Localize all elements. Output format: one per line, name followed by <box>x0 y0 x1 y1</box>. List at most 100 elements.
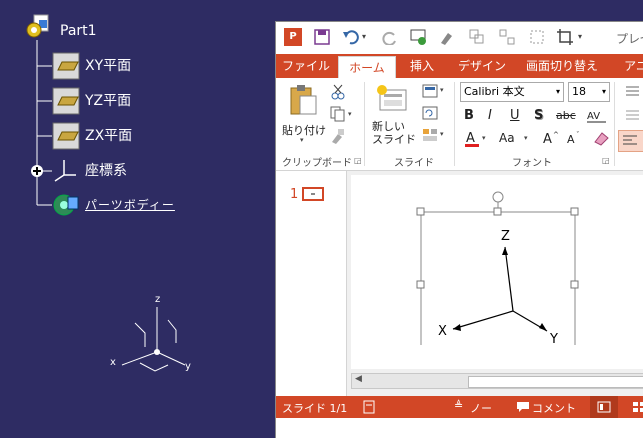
scrollbar-thumb[interactable] <box>468 376 643 388</box>
paste-dropdown-icon: ▾ <box>300 136 304 144</box>
plane-icon <box>52 122 80 150</box>
decrease-font-icon[interactable]: Aˇ <box>566 130 584 146</box>
new-slide-button[interactable]: 新しい スライド <box>370 82 416 148</box>
window-title: プレゼ <box>616 32 643 46</box>
selected-picture[interactable]: Z X Y <box>413 185 583 345</box>
comments-button[interactable]: コメント <box>516 396 576 418</box>
expand-plus-icon[interactable] <box>30 164 44 178</box>
clear-formatting-icon[interactable] <box>592 130 610 146</box>
reset-icon[interactable] <box>422 106 438 120</box>
font-name-value: Calibri 本文 <box>464 85 525 98</box>
tree-item-label: YZ平面 <box>85 93 132 109</box>
section-dropdown-icon[interactable]: ▾ <box>440 130 444 138</box>
tab-transitions[interactable]: 画面切り替え <box>522 54 602 78</box>
font-name-dropdown[interactable]: Calibri 本文 ▾ <box>460 82 564 102</box>
select-icon[interactable] <box>528 28 546 46</box>
change-case-icon[interactable]: Aa <box>498 130 524 146</box>
font-launcher-icon[interactable]: ◲ <box>602 156 610 165</box>
scroll-left-icon[interactable]: ◀ <box>355 374 362 384</box>
strikethrough-button[interactable]: abc <box>556 109 576 122</box>
spell-check-icon[interactable] <box>362 400 378 414</box>
horizontal-scrollbar[interactable]: ◀ <box>351 373 643 389</box>
paste-button[interactable]: 貼り付け ▾ <box>280 82 326 144</box>
increase-font-icon[interactable]: A ^ <box>542 130 560 146</box>
rotate-handle-icon <box>492 191 504 203</box>
svg-text:ˇ: ˇ <box>576 131 580 139</box>
decrease-indent-icon[interactable] <box>620 108 640 122</box>
axis-z-label: z <box>155 294 160 305</box>
tab-animations[interactable]: アニ <box>616 54 643 78</box>
group-label-font: フォント <box>512 158 552 169</box>
section-icon[interactable] <box>422 128 438 142</box>
tab-file[interactable]: ファイル <box>280 54 332 78</box>
slide-thumbnail[interactable] <box>302 187 324 201</box>
align-left-button[interactable] <box>618 130 643 152</box>
character-spacing-icon[interactable]: AV <box>586 109 608 123</box>
slide-axis-x-label: X <box>438 324 447 339</box>
axis-system-icon <box>54 160 76 182</box>
undo-icon[interactable] <box>342 28 360 46</box>
underline-button[interactable]: U <box>510 108 520 123</box>
comment-icon <box>517 402 529 412</box>
start-from-beginning-icon[interactable] <box>410 28 428 46</box>
powerpoint-window: P ▾ ▾ プレゼ ファイル ホーム 挿入 デザイン 画面切り替え アニ 貼り付… <box>275 21 643 438</box>
format-painter-qat-icon[interactable] <box>438 28 456 46</box>
group-icon[interactable] <box>468 28 486 46</box>
status-slide-count: スライド 1/1 <box>282 402 348 415</box>
crop-icon[interactable] <box>556 28 574 46</box>
tab-home[interactable]: ホーム <box>338 56 396 79</box>
axis-y-label: y <box>185 361 191 372</box>
normal-view-button[interactable] <box>590 396 618 418</box>
tree-item-label: ZX平面 <box>85 128 133 144</box>
ribbon-tabs: ファイル ホーム 挿入 デザイン 画面切り替え アニ <box>276 54 643 79</box>
layout-dropdown-icon[interactable]: ▾ <box>440 86 444 94</box>
shadow-button[interactable]: S <box>534 108 543 123</box>
plane-icon <box>52 52 80 80</box>
comments-label: コメント <box>532 402 576 415</box>
undo-dropdown-icon[interactable]: ▾ <box>362 32 366 41</box>
svg-text:A: A <box>466 131 475 146</box>
ribbon-home: 貼り付け ▾ ▾ クリップボード ◲ 新しい スライド ▾ ▾ スライド Cal… <box>276 78 643 171</box>
axis-compass: z x y <box>110 294 191 372</box>
align-left-icon <box>623 135 637 145</box>
copy-icon[interactable] <box>330 106 346 122</box>
format-painter-icon[interactable] <box>330 128 346 144</box>
ungroup-icon[interactable] <box>498 28 516 46</box>
font-color-icon[interactable]: A <box>464 130 480 148</box>
new-slide-label: 新しい スライド <box>372 120 416 146</box>
notes-button[interactable]: ≜ ノート <box>454 396 502 431</box>
save-icon[interactable] <box>314 29 330 45</box>
svg-text:A: A <box>567 133 575 146</box>
tab-design[interactable]: デザイン <box>454 54 510 78</box>
tree-item-label: 座標系 <box>85 163 127 179</box>
bold-button[interactable]: B <box>464 108 474 123</box>
slide-sorter-icon[interactable] <box>632 401 643 413</box>
status-bar: スライド 1/1 ≜ ノート コメント <box>276 396 643 431</box>
cut-icon[interactable] <box>330 84 346 100</box>
slide-axis-y-label: Y <box>549 332 558 345</box>
svg-text:A: A <box>543 132 552 146</box>
bullets-icon[interactable] <box>620 84 640 98</box>
font-color-dropdown-icon[interactable]: ▾ <box>482 134 486 142</box>
redo-icon[interactable] <box>382 29 398 45</box>
notes-label: ノート <box>470 402 492 431</box>
part-body-icon <box>53 194 79 216</box>
change-case-dropdown-icon[interactable]: ▾ <box>524 134 528 142</box>
font-size-dropdown[interactable]: 18 ▾ <box>568 82 610 102</box>
tree-root-label: Part1 <box>60 23 97 39</box>
layout-icon[interactable] <box>422 84 438 98</box>
italic-button[interactable]: I <box>488 108 492 123</box>
tree-item-label: パーツボディー <box>85 198 175 212</box>
copy-dropdown-icon[interactable]: ▾ <box>348 110 352 118</box>
qat-dropdown-icon[interactable]: ▾ <box>578 32 582 41</box>
svg-text:Aa: Aa <box>499 131 515 145</box>
quick-access-toolbar: P ▾ ▾ プレゼ <box>276 22 643 54</box>
clipboard-launcher-icon[interactable]: ◲ <box>354 156 362 165</box>
paste-label: 貼り付け <box>282 124 326 137</box>
plane-icon <box>52 87 80 115</box>
normal-view-icon <box>597 401 611 413</box>
tab-insert[interactable]: 挿入 <box>402 54 442 78</box>
svg-text:^: ^ <box>553 131 559 139</box>
powerpoint-logo-icon: P <box>284 28 302 46</box>
font-size-value: 18 <box>572 85 586 98</box>
